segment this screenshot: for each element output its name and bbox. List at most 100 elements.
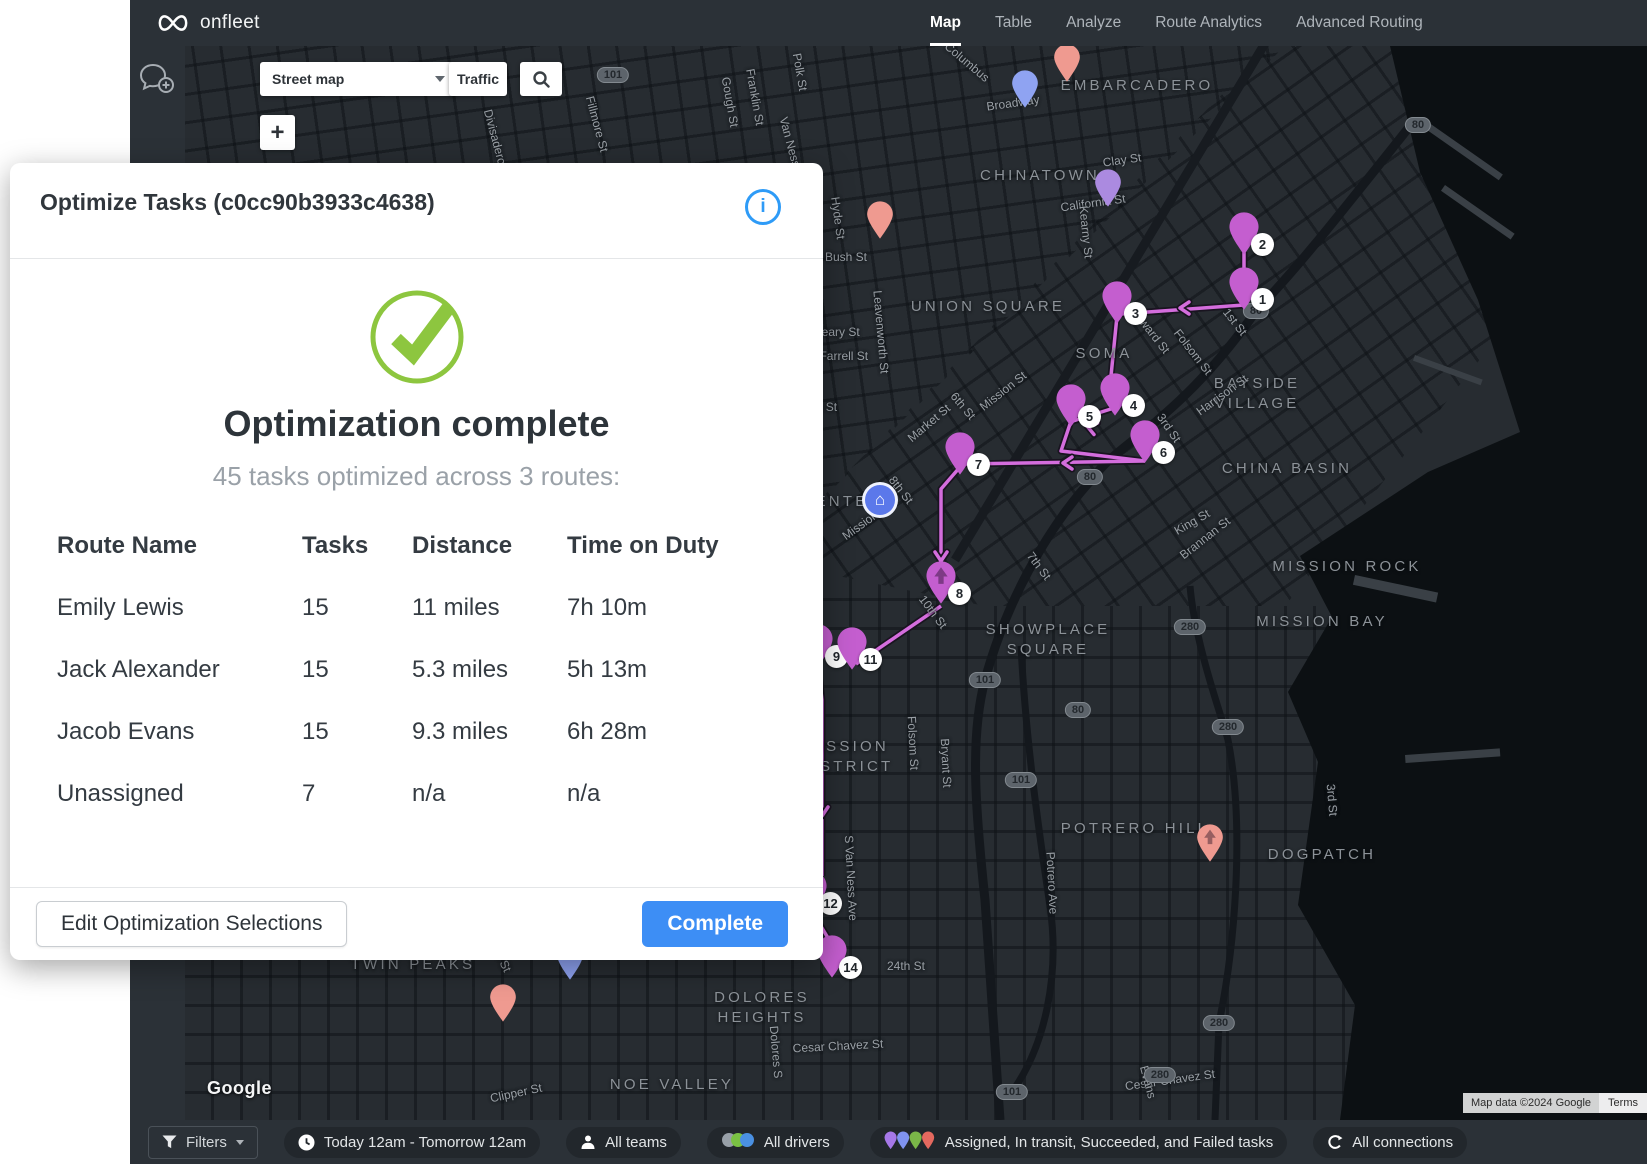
route-table-header-cell: Distance bbox=[412, 532, 567, 560]
task-pin[interactable] bbox=[1196, 823, 1224, 868]
highway-shield: 80 bbox=[1077, 469, 1103, 485]
onfleet-logo[interactable]: onfleet bbox=[154, 12, 260, 34]
highway-shield: 280 bbox=[1212, 719, 1244, 735]
nav-item-table[interactable]: Table bbox=[995, 0, 1032, 46]
highway-shield: 280 bbox=[1174, 619, 1206, 635]
route-table-header-cell: Tasks bbox=[302, 532, 412, 560]
highway-shield: 280 bbox=[1203, 1015, 1235, 1031]
nav-item-route-analytics[interactable]: Route Analytics bbox=[1155, 0, 1262, 46]
filter-funnel-icon bbox=[162, 1135, 177, 1149]
map-street-label: Kearny St bbox=[1076, 205, 1095, 259]
routes-table: Route NameTasksDistanceTime on Duty Emil… bbox=[57, 532, 783, 808]
map-street-label: S Van Ness Ave bbox=[842, 835, 860, 921]
nav-item-analyze[interactable]: Analyze bbox=[1066, 0, 1121, 46]
nav-item-advanced-routing[interactable]: Advanced Routing bbox=[1296, 0, 1423, 46]
task-pin[interactable] bbox=[1053, 46, 1081, 88]
nav-item-map[interactable]: Map bbox=[930, 0, 961, 46]
map-data-credit: Map data ©2024 Google bbox=[1463, 1093, 1599, 1113]
route-table-cell: 7h 10m bbox=[567, 594, 783, 622]
map-area-label: UNION SQUARE bbox=[911, 297, 1065, 317]
modal-header: Optimize Tasks (c0cc90b3933c4638) i bbox=[10, 163, 823, 259]
teams-filter[interactable]: All teams bbox=[566, 1127, 681, 1158]
traffic-label: Traffic bbox=[457, 71, 499, 87]
map-street-label: Folsom St bbox=[1171, 326, 1215, 377]
traffic-toggle-button[interactable]: Traffic bbox=[449, 62, 507, 96]
connections-icon bbox=[1327, 1134, 1343, 1150]
new-chat-icon[interactable] bbox=[139, 62, 175, 94]
route-table-row: Jacob Evans159.3 miles6h 28m bbox=[57, 718, 783, 746]
nav-items: Map Table Analyze Route Analytics Advanced R… bbox=[930, 0, 1423, 46]
clock-icon bbox=[298, 1134, 315, 1151]
map-street-label: Cesar Chavez St bbox=[792, 1037, 883, 1056]
task-pin[interactable] bbox=[489, 983, 517, 1028]
plus-icon: + bbox=[270, 119, 284, 147]
route-table-header-cell: Time on Duty bbox=[567, 532, 783, 560]
route-table-cell: 15 bbox=[302, 718, 412, 746]
map-street-label: 3rd St bbox=[1324, 783, 1341, 816]
map-attribution: Map data ©2024 Google Terms bbox=[1463, 1093, 1647, 1113]
map-area-label: POTRERO HILL bbox=[1061, 819, 1209, 839]
route-table-cell: 15 bbox=[302, 594, 412, 622]
task-pin-badge: 6 bbox=[1152, 441, 1175, 464]
filters-button[interactable]: Filters bbox=[148, 1126, 258, 1159]
infinity-logo-icon bbox=[154, 12, 192, 34]
info-icon[interactable]: i bbox=[745, 189, 781, 225]
highway-shield: 101 bbox=[597, 67, 629, 83]
map-street-label: 7th St bbox=[1024, 549, 1054, 582]
task-pin-badge: 5 bbox=[1078, 405, 1101, 428]
task-pin[interactable] bbox=[866, 200, 894, 245]
task-pin[interactable] bbox=[1011, 69, 1039, 114]
map-area-label: DOLORES HEIGHTS bbox=[714, 988, 810, 1029]
modal-title: Optimize Tasks (c0cc90b3933c4638) bbox=[40, 189, 435, 216]
map-street-label: Columbus bbox=[942, 46, 992, 85]
map-street-label: Bush St bbox=[825, 250, 867, 264]
map-area-label: CHINA BASIN bbox=[1222, 459, 1352, 479]
map-area-label: CHINATOWN bbox=[980, 166, 1100, 186]
highway-shield: 101 bbox=[996, 1084, 1028, 1100]
terms-link[interactable]: Terms bbox=[1599, 1093, 1647, 1113]
map-street-label: 6th St bbox=[948, 389, 979, 422]
highway-shield: 101 bbox=[969, 672, 1001, 688]
map-area-label: SHOWPLACE SQUARE bbox=[986, 620, 1111, 661]
route-table-cell: 15 bbox=[302, 656, 412, 684]
task-pin[interactable] bbox=[1094, 168, 1122, 213]
map-style-select[interactable]: Street map bbox=[260, 62, 457, 96]
route-table-cell: n/a bbox=[567, 780, 783, 808]
map-search-button[interactable] bbox=[520, 62, 562, 96]
task-pin-badge: 7 bbox=[967, 453, 990, 476]
map-street-label: Potrero Ave bbox=[1043, 851, 1060, 914]
highway-shield: 80 bbox=[1065, 702, 1091, 718]
optimization-status-heading: Optimization complete bbox=[10, 403, 823, 445]
map-street-label: Clipper St bbox=[489, 1081, 543, 1106]
drivers-filter[interactable]: All drivers bbox=[707, 1127, 844, 1158]
connections-filter[interactable]: All connections bbox=[1313, 1127, 1467, 1158]
map-street-label: Leavenworth St bbox=[870, 290, 891, 374]
task-pin-badge: 1 bbox=[1251, 288, 1274, 311]
date-range-label: Today 12am - Tomorrow 12am bbox=[324, 1134, 526, 1151]
route-table-cell: Jack Alexander bbox=[57, 656, 302, 684]
drivers-label: All drivers bbox=[764, 1134, 830, 1151]
complete-button[interactable]: Complete bbox=[642, 901, 788, 947]
map-street-label: Clay St bbox=[1102, 150, 1142, 169]
route-table-body: Emily Lewis1511 miles7h 10mJack Alexande… bbox=[57, 594, 783, 808]
highway-shield: 80 bbox=[1405, 117, 1431, 133]
modal-footer: Edit Optimization Selections Complete bbox=[10, 887, 823, 960]
map-street-label: Dolores S bbox=[767, 1025, 786, 1079]
map-area-label: NOE VALLEY bbox=[610, 1075, 734, 1095]
task-pin-badge: 4 bbox=[1122, 394, 1145, 417]
zoom-in-button[interactable]: + bbox=[260, 115, 295, 150]
info-icon-glyph: i bbox=[760, 196, 765, 218]
edit-optimization-selections-button[interactable]: Edit Optimization Selections bbox=[36, 901, 347, 947]
map-area-label: MISSION BAY bbox=[1256, 612, 1388, 632]
route-table-cell: Unassigned bbox=[57, 780, 302, 808]
map-street-label: Folsom St bbox=[905, 716, 922, 771]
task-pin-badge: 11 bbox=[859, 648, 882, 671]
hub-home-marker[interactable]: ⌂ bbox=[862, 482, 898, 518]
task-pin-badge: 14 bbox=[839, 956, 862, 979]
route-table-cell: Jacob Evans bbox=[57, 718, 302, 746]
task-state-pins-icon bbox=[884, 1131, 936, 1154]
logo-text: onfleet bbox=[200, 12, 260, 34]
date-range-filter[interactable]: Today 12am - Tomorrow 12am bbox=[284, 1127, 540, 1158]
search-icon bbox=[532, 70, 550, 88]
task-states-filter[interactable]: Assigned, In transit, Succeeded, and Fai… bbox=[870, 1127, 1288, 1158]
